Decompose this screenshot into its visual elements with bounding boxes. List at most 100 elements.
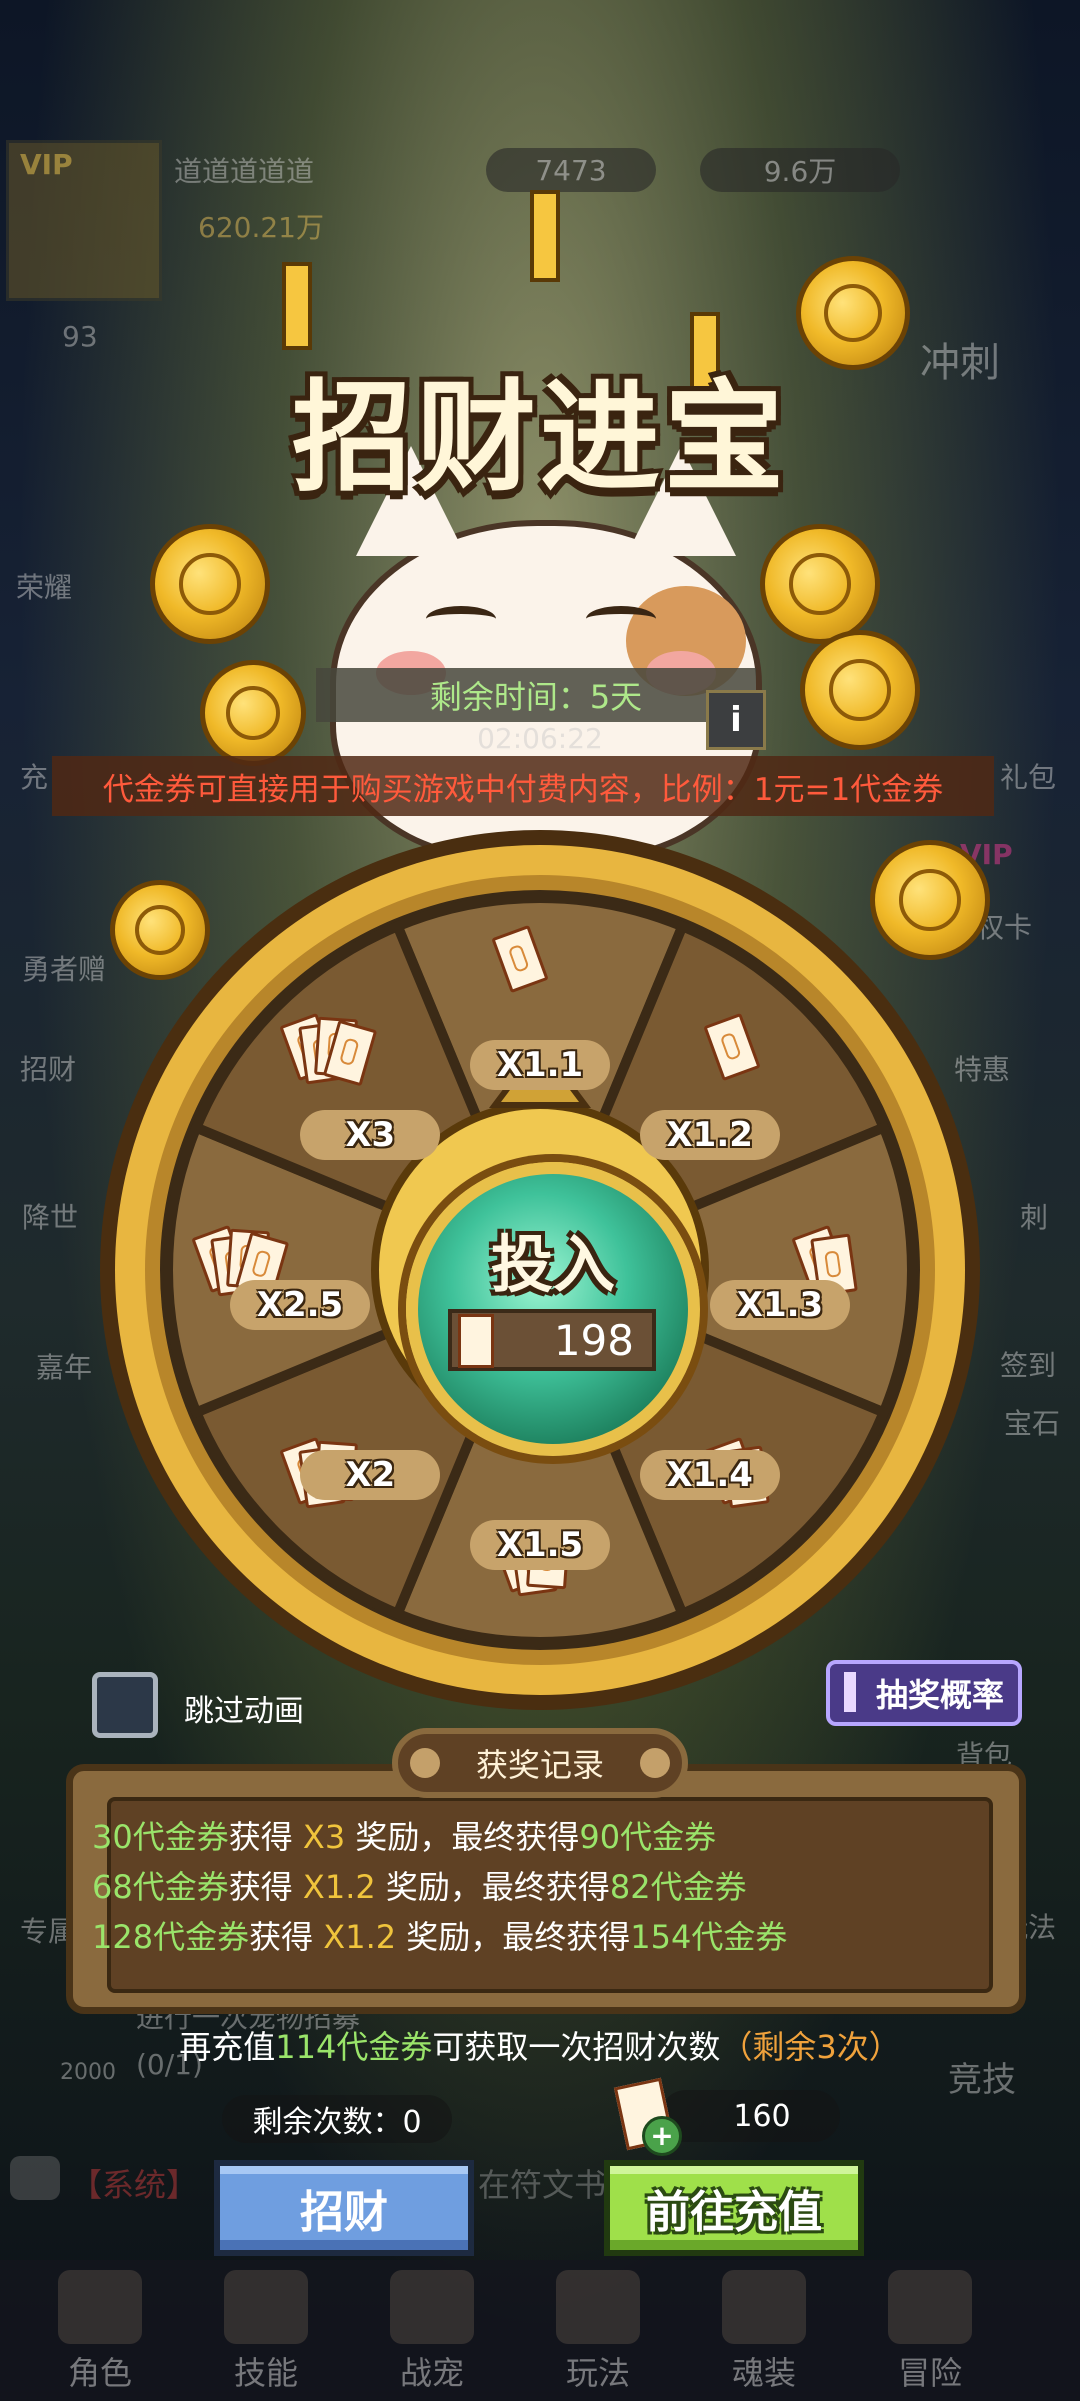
voucher-icon — [458, 1314, 494, 1368]
recharge-hint: 再充值114代金券可获取一次招财次数（剩余3次） — [0, 2022, 1080, 2068]
goto-recharge-label: 前往充值 — [646, 2187, 822, 2238]
side-label-left-3: 招财 — [20, 1053, 77, 1086]
nav-item-skill[interactable]: 技能 — [206, 2348, 326, 2394]
chat-system-tag: 【系统】 — [70, 2166, 199, 2204]
info-icon: i — [730, 700, 742, 740]
record-row: 68代金券获得 X1.2 奖励，最终获得82代金券 — [92, 1862, 747, 1908]
nav-pet-icon[interactable] — [390, 2270, 474, 2344]
record-multiplier: X1.2 — [302, 1868, 376, 1906]
record-final: 90代金券 — [579, 1818, 717, 1856]
record-multiplier: X3 — [302, 1818, 346, 1856]
coin-stick — [530, 190, 560, 282]
time-remaining-label: 剩余时间：5天 — [429, 678, 643, 716]
nav-role-icon[interactable] — [58, 2270, 142, 2344]
record-got: 获得 — [228, 1818, 293, 1856]
voucher-icon — [703, 1012, 761, 1081]
remaining-count-label: 剩余次数：0 — [252, 2105, 422, 2140]
player-name: 道道道道道 — [174, 155, 315, 188]
wheel-segment-label: X1.4 — [639, 1449, 780, 1500]
record-row: 128代金券获得 X1.2 奖励，最终获得154代金券 — [92, 1912, 787, 1958]
spin-label: 招财 — [300, 2187, 388, 2238]
wheel-segment-label: X3 — [300, 1110, 441, 1161]
notice-text: 代金券可直接用于购买游戏中付费内容，比例：1元=1代金券 — [102, 771, 944, 808]
nav-skill-icon[interactable] — [224, 2270, 308, 2344]
gold-coin — [200, 660, 306, 766]
record-final: 154代金券 — [630, 1918, 788, 1956]
game-screen: VIP 道道道道道 620.21万 93 7473 9.6万 荣耀 充 勇者赠 … — [0, 0, 1080, 2401]
record-tab: 获奖记录 — [392, 1728, 688, 1798]
info-button[interactable]: i — [706, 690, 766, 750]
record-got: 获得 — [249, 1918, 314, 1956]
recharge-remaining: （剩余3次） — [720, 2028, 901, 2066]
wheel-segment-label: X2 — [300, 1449, 441, 1500]
gold-coin — [800, 630, 920, 750]
skip-animation-checkbox[interactable] — [92, 1672, 158, 1738]
chat-message: 在符文书 — [478, 2166, 607, 2204]
gold-coin — [760, 524, 880, 644]
invest-button[interactable]: 投入 198 — [406, 1162, 700, 1456]
invest-label: 投入 — [490, 1228, 615, 1301]
remaining-count: 剩余次数：0 — [222, 2095, 452, 2143]
goto-recharge-button[interactable]: 前往充值 — [604, 2160, 864, 2256]
wheel-segment-label: X2.5 — [230, 1280, 370, 1330]
add-voucher-button[interactable]: + — [642, 2116, 682, 2156]
probability-button[interactable]: 抽奖概率 — [826, 1660, 1022, 1726]
record-tab-label: 获奖记录 — [475, 1746, 604, 1784]
nav-item-soul[interactable]: 魂装 — [704, 2348, 824, 2394]
record-amount: 68代金券 — [92, 1868, 229, 1906]
side-label-right-7: 宝石 — [1004, 1407, 1061, 1440]
player-power: 620.21万 — [198, 211, 324, 244]
voucher-icon — [491, 924, 549, 994]
wheel-segment-label: X1.1 — [470, 1040, 610, 1090]
gem-counter: 7473 — [486, 148, 656, 192]
time-remaining-sub: 02:06:22 — [477, 722, 603, 755]
time-remaining: 剩余时间：5天 — [316, 668, 756, 722]
wheel-segment-label: X1.5 — [470, 1520, 610, 1570]
gold-count: 9.6万 — [763, 155, 837, 188]
invest-cost-value: 198 — [553, 1315, 634, 1365]
record-amount: 30代金券 — [92, 1818, 229, 1856]
side-label-left-5: 嘉年 — [36, 1351, 93, 1384]
record-row: 30代金券获得 X3 奖励，最终获得90代金券 — [92, 1812, 716, 1858]
spin-button[interactable]: 招财 — [214, 2160, 474, 2256]
side-label-right-1: 礼包 — [1000, 761, 1057, 794]
recharge-suffix: 可获取一次招财次数 — [432, 2028, 721, 2066]
chat-icon[interactable] — [10, 2156, 60, 2200]
nav-item-role[interactable]: 角色 — [40, 2348, 160, 2394]
voucher-bundle-icon — [702, 1012, 802, 1081]
wheel-segment-label: X1.3 — [710, 1280, 850, 1330]
record-reward-text: 奖励，最终获得 — [396, 1918, 631, 1956]
record-reward-text: 奖励，最终获得 — [345, 1818, 580, 1856]
record-got: 获得 — [228, 1868, 293, 1906]
nav-item-adventure[interactable]: 冒险 — [870, 2348, 990, 2394]
nav-item-play[interactable]: 玩法 — [538, 2348, 658, 2394]
vip-badge: VIP — [20, 148, 73, 181]
probability-label: 抽奖概率 — [875, 1676, 1004, 1714]
cat-eye — [586, 606, 656, 632]
nav-item-pet[interactable]: 战宠 — [372, 2348, 492, 2394]
gold-coin — [150, 524, 270, 644]
nav-play-icon[interactable] — [556, 2270, 640, 2344]
recharge-prefix: 再充值 — [179, 2028, 276, 2066]
coin-stick — [282, 262, 312, 350]
record-multiplier: X1.2 — [323, 1918, 397, 1956]
side-label-left-4: 降世 — [22, 1201, 79, 1234]
nav-soul-icon[interactable] — [722, 2270, 806, 2344]
voucher-balance: 160 — [660, 2090, 840, 2142]
side-label-left-0: 荣耀 — [16, 571, 73, 604]
wheel-segment-label: X1.2 — [639, 1110, 780, 1161]
record-final: 82代金券 — [609, 1868, 747, 1906]
skip-animation-label: 跳过动画 — [184, 1694, 304, 1729]
record-amount: 128代金券 — [92, 1918, 250, 1956]
voucher-balance-value: 160 — [733, 2098, 791, 2134]
record-reward-text: 奖励，最终获得 — [375, 1868, 610, 1906]
side-label-right-6: 签到 — [1000, 1349, 1057, 1382]
voucher-bundle-icon — [278, 1012, 378, 1087]
gold-counter: 9.6万 — [700, 148, 900, 192]
gem-count: 7473 — [535, 153, 607, 187]
voucher-bundle-icon — [490, 924, 590, 994]
nav-adventure-icon[interactable] — [888, 2270, 972, 2344]
exclamation-icon — [844, 1672, 856, 1712]
notice-banner: 代金券可直接用于购买游戏中付费内容，比例：1元=1代金券 — [52, 756, 994, 816]
side-label-right-5: 刺 — [1020, 1201, 1049, 1234]
